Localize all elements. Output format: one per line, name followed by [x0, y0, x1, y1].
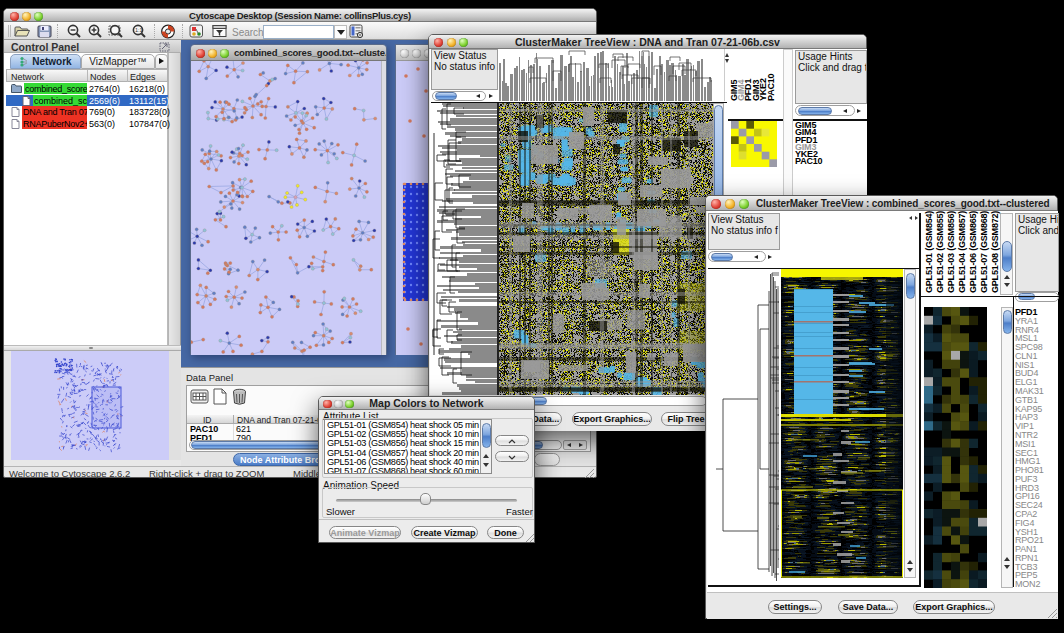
- svg-text:1:1: 1:1: [135, 27, 143, 33]
